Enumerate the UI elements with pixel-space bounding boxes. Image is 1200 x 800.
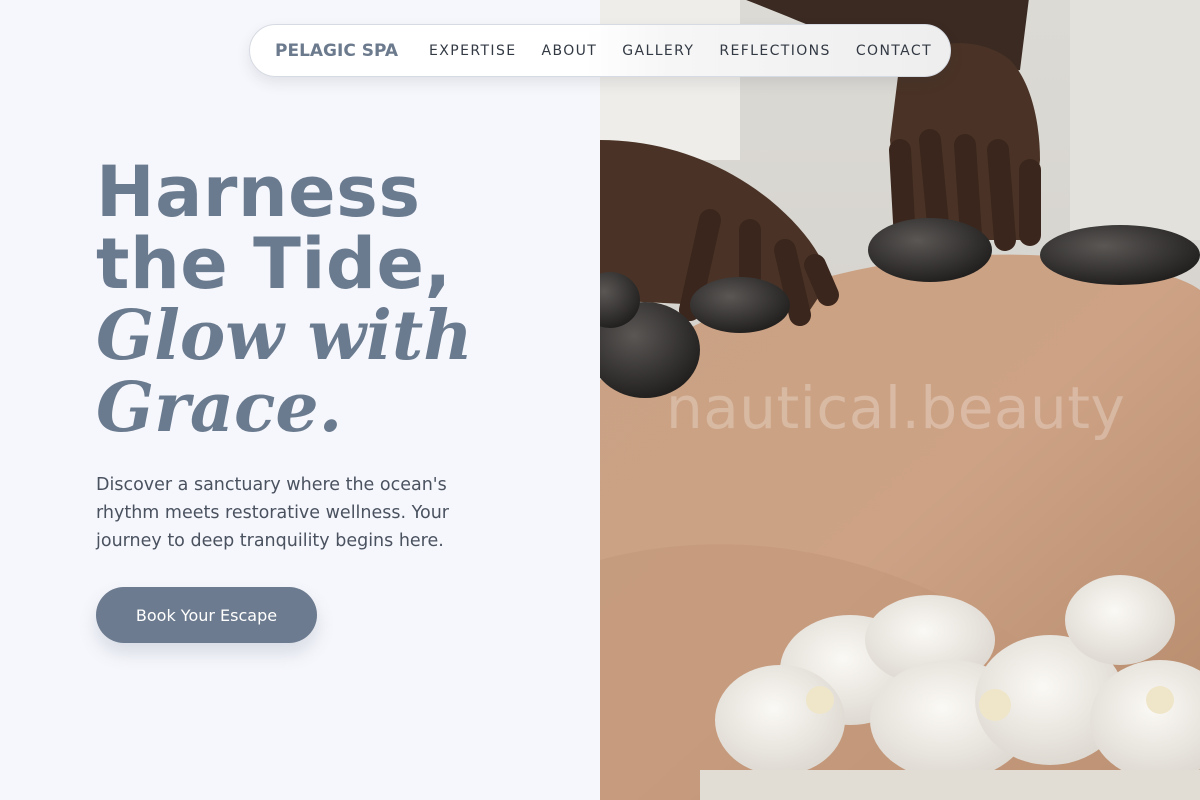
- brand-logo[interactable]: PELAGIC SPA: [275, 41, 398, 61]
- nav-links: EXPERTISE ABOUT GALLERY REFLECTIONS CONT…: [429, 43, 932, 59]
- top-navigation-bar: PELAGIC SPA EXPERTISE ABOUT GALLERY REFL…: [249, 24, 951, 77]
- hero-headline: Harness the Tide, Glow with Grace.: [96, 156, 473, 444]
- book-escape-button[interactable]: Book Your Escape: [96, 587, 317, 643]
- headline-italic-line-1: Glow with: [96, 296, 473, 376]
- nav-link-expertise[interactable]: EXPERTISE: [429, 43, 516, 59]
- headline-line-2: the Tide,: [96, 223, 452, 305]
- nav-link-gallery[interactable]: GALLERY: [622, 43, 694, 59]
- nav-link-reflections[interactable]: REFLECTIONS: [719, 43, 831, 59]
- hero-intro-text: Discover a sanctuary where the ocean's r…: [96, 475, 449, 551]
- nav-link-about[interactable]: ABOUT: [542, 43, 598, 59]
- nav-link-contact[interactable]: CONTACT: [856, 43, 932, 59]
- photo-watermark: nautical.beauty: [666, 374, 1126, 442]
- hero-photo: nautical.beauty: [600, 0, 1200, 800]
- headline-italic-line-2: Grace.: [96, 368, 343, 448]
- headline-line-1: Harness: [96, 151, 421, 233]
